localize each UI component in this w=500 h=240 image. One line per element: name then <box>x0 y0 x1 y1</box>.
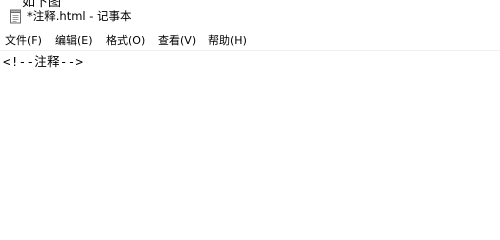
menu-help[interactable]: 帮助(H) <box>208 34 247 48</box>
menu-bar: 文件(F) 编辑(E) 格式(O) 查看(V) 帮助(H) <box>0 32 500 51</box>
window-title: *注释.html - 记事本 <box>27 9 132 23</box>
menu-view[interactable]: 查看(V) <box>158 34 196 48</box>
editor-content[interactable]: <!--注释--> <box>3 54 83 70</box>
menu-file[interactable]: 文件(F) <box>5 34 42 48</box>
title-bar[interactable]: *注释.html - 记事本 <box>0 4 500 28</box>
notepad-icon[interactable] <box>9 9 22 24</box>
text-editor-area[interactable]: <!--注释--> <box>0 51 500 218</box>
menu-format[interactable]: 格式(O) <box>106 34 145 48</box>
menu-edit[interactable]: 编辑(E) <box>55 34 93 48</box>
notepad-window: *注释.html - 记事本 文件(F) 编辑(E) 格式(O) 查看(V) 帮… <box>0 0 500 218</box>
